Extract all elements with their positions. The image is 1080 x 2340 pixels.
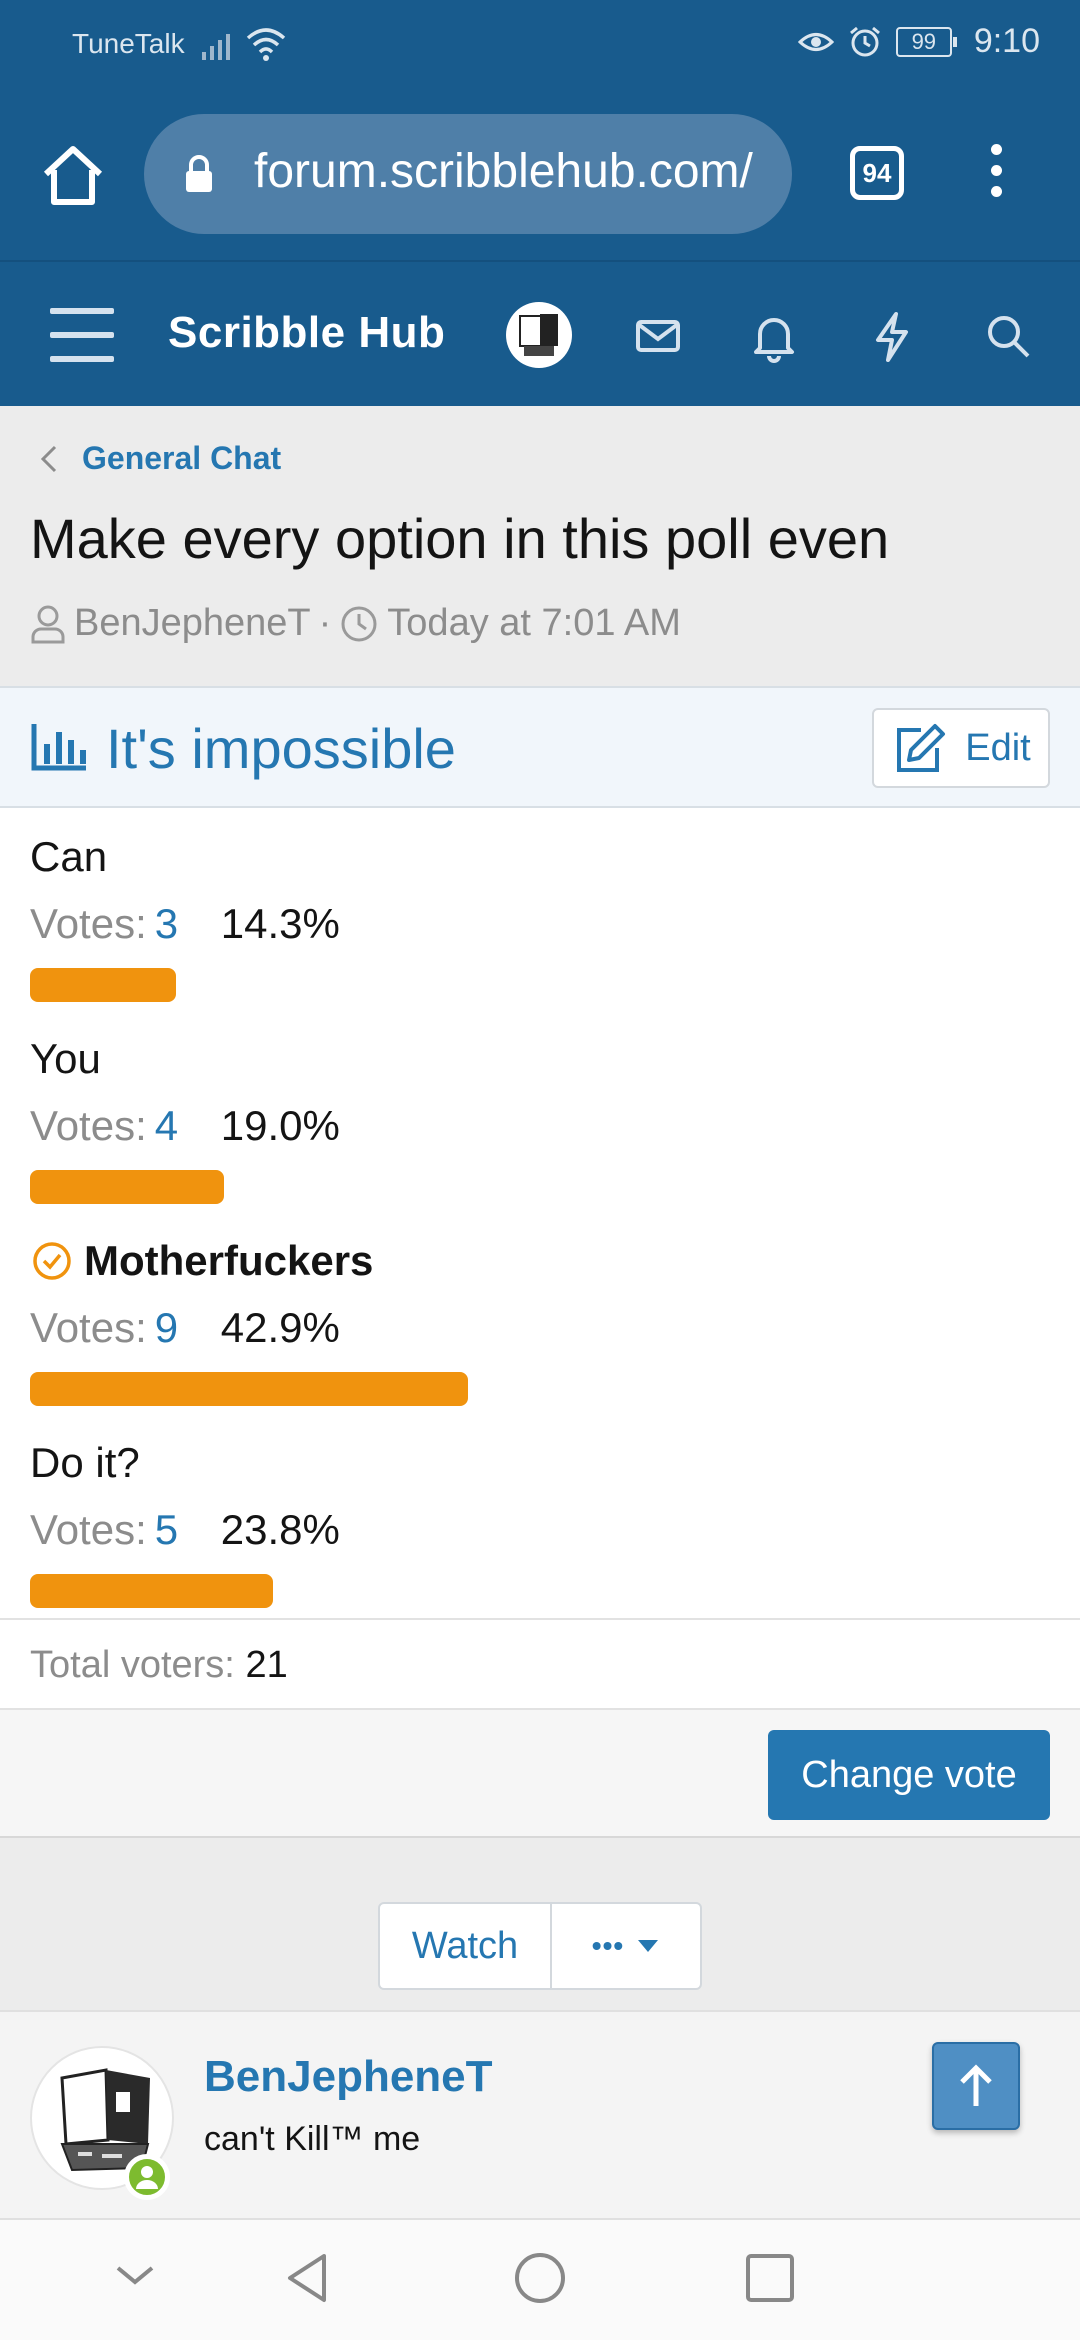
poll-option: You Votes: 4 19.0% [30,1034,1050,1234]
eye-icon [797,32,834,51]
home-nav-icon[interactable] [512,2250,568,2306]
more-dots: ••• [591,1930,625,1961]
search-icon[interactable] [978,306,1038,366]
votes-count[interactable]: 9 [155,1304,213,1354]
thread-meta: BenJepheneT · Today at 7:01 AM [30,602,681,645]
edit-poll-button[interactable]: Edit [872,708,1050,788]
post-header: BenJepheneT can't Kill™ me [0,2010,1080,2218]
votes-percent: 14.3% [220,900,340,947]
chevron-down-icon[interactable] [110,2250,160,2300]
vote-bar [30,968,176,1002]
total-voters-count: 21 [245,1644,288,1686]
forum-navbar: Scribble Hub [0,260,1080,406]
option-label-row: Motherfuckers [30,1236,1050,1286]
edit-icon [897,724,946,772]
carrier-name: TuneTalk [72,28,185,59]
poll-header: It's impossible Edit [0,686,1080,808]
lock-icon [186,155,212,192]
votes-label: Votes: [30,1102,147,1149]
lightning-icon[interactable] [862,306,922,366]
option-votes: Votes: 3 14.3% [30,900,1050,950]
alarm-icon [849,26,880,56]
edit-label: Edit [965,726,1031,769]
status-bar: TuneTalk 99 9:10 [0,0,1080,92]
page-title: Make every option in this poll even [30,507,890,570]
poll-option: Can Votes: 3 14.3% [30,832,1050,1032]
option-votes: Votes: 5 23.8% [30,1506,1050,1556]
total-voters: Total voters: 21 [0,1618,1080,1710]
poll-option: Do it? Votes: 5 23.8% [30,1438,1050,1638]
clock-time: 9:10 [973,22,1040,60]
breadcrumb[interactable]: General Chat [40,440,281,477]
poll-results: Can Votes: 3 14.3% You Votes: 4 19.0% Mo… [0,808,1080,1618]
post-username[interactable]: BenJepheneT [204,2052,493,2102]
option-label: Can [30,833,108,880]
online-status-icon [124,2154,170,2200]
mail-icon[interactable] [628,306,688,366]
signal-icon [202,34,230,60]
user-icon [31,605,65,643]
status-right: 99 9:10 [797,22,1040,61]
votes-percent: 23.8% [220,1506,340,1553]
votes-percent: 42.9% [220,1304,340,1351]
clock-icon [341,606,377,641]
system-navigation-bar [0,2218,1080,2340]
vote-bar [30,1574,273,1608]
menu-icon[interactable] [50,308,114,364]
tab-switcher-button[interactable]: 94 [850,146,904,200]
thread-author[interactable]: BenJepheneT [74,602,311,645]
arrow-up-icon [960,2064,992,2106]
vote-bar [30,1372,468,1406]
option-label: You [30,1035,101,1082]
wifi-icon [246,28,286,61]
site-logo[interactable]: Scribble Hub [168,308,445,358]
bell-icon[interactable] [744,306,804,366]
votes-label: Votes: [30,1304,147,1351]
scroll-to-top-button[interactable] [932,2042,1020,2130]
home-icon[interactable] [38,140,108,210]
votes-label: Votes: [30,1506,147,1553]
more-options-button[interactable]: ••• [552,1904,700,1988]
thread-header: General Chat Make every option in this p… [0,406,1080,686]
votes-label: Votes: [30,900,147,947]
thread-time[interactable]: Today at 7:01 AM [387,602,681,645]
user-title: can't Kill™ me [204,2120,421,2158]
watch-button[interactable]: Watch [380,1904,552,1988]
total-voters-label: Total voters: [30,1644,235,1686]
caret-down-icon [638,1940,659,1952]
button-group: Watch ••• [378,1902,702,1990]
breadcrumb-link[interactable]: General Chat [82,440,281,477]
option-votes: Votes: 9 42.9% [30,1304,1050,1354]
votes-count[interactable]: 4 [155,1102,213,1152]
poll-chart-icon [31,724,86,771]
chevron-left-icon [40,445,57,472]
check-circle-icon [33,1242,71,1280]
option-label: Motherfuckers [84,1237,374,1284]
votes-percent: 19.0% [220,1102,340,1149]
option-votes: Votes: 4 19.0% [30,1102,1050,1152]
recents-icon[interactable] [742,2250,798,2306]
meta-separator: · [318,602,332,644]
poll-footer: Change vote [0,1710,1080,1838]
battery-indicator: 99 [895,26,957,57]
browser-menu-icon[interactable] [976,144,1016,204]
poll-title: It's impossible [106,717,456,780]
option-label: Do it? [30,1439,140,1486]
change-vote-button[interactable]: Change vote [768,1730,1050,1820]
address-bar[interactable]: forum.scribblehub.com/ [144,114,792,234]
votes-count[interactable]: 3 [155,900,213,950]
votes-count[interactable]: 5 [155,1506,213,1556]
thread-actions: Watch ••• [0,1838,1080,2010]
url-text[interactable]: forum.scribblehub.com/ [254,144,774,199]
poll-option-chosen: Motherfuckers Votes: 9 42.9% [30,1236,1050,1436]
back-icon[interactable] [280,2250,336,2306]
account-avatar[interactable] [506,302,572,368]
vote-bar [30,1170,224,1204]
browser-toolbar: forum.scribblehub.com/ 94 [0,92,1080,260]
